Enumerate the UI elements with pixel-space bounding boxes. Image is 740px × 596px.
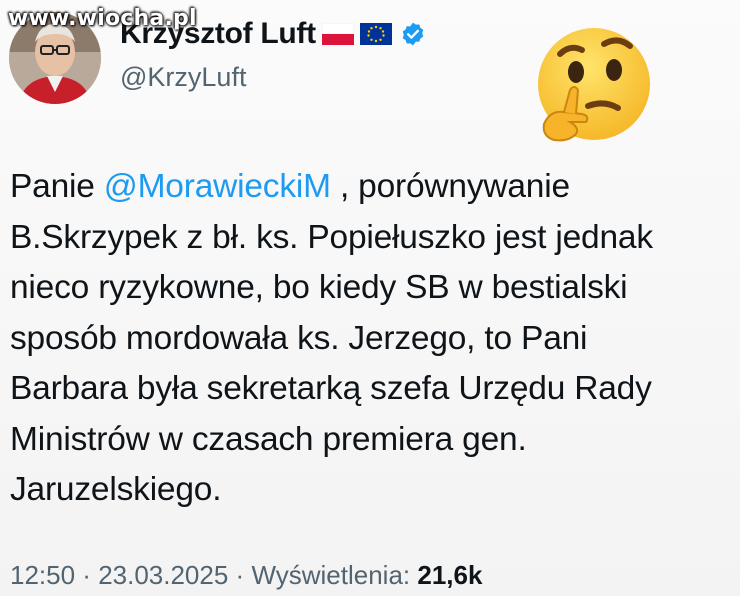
meta-separator: · [228, 560, 252, 590]
author-handle[interactable]: @KrzyLuft [120, 62, 246, 93]
meta-separator: · [75, 560, 99, 590]
tweet-time[interactable]: 12:50 [10, 560, 75, 590]
tweet-card: www.wiocha.pl Krzysztof Luft @KrzyLuft P… [0, 0, 740, 596]
tweet-meta: 12:50 · 23.03.2025 · Wyświetlenia: 21,6k [10, 560, 482, 591]
verified-badge-icon [400, 21, 426, 47]
tweet-text: Panie @MorawieckiM , porównywanie B.Skrz… [10, 162, 732, 516]
views-count[interactable]: 21,6k [417, 560, 482, 590]
watermark: www.wiocha.pl [8, 6, 197, 31]
tweet-text-rest: , porównywanie B.Skrzypek z bł. ks. Popi… [10, 168, 653, 508]
poland-flag-icon [321, 23, 354, 45]
views-label: Wyświetlenia: [251, 560, 418, 590]
tweet-date[interactable]: 23.03.2025 [98, 560, 228, 590]
thinking-face-icon [530, 24, 658, 152]
mention-link[interactable]: @MorawieckiM [104, 168, 331, 205]
tweet-text-start: Panie [10, 168, 104, 205]
eu-flag-icon [359, 23, 392, 45]
